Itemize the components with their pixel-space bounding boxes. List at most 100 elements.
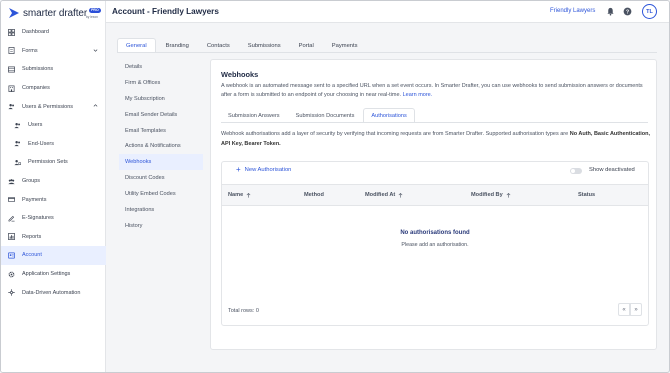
new-authorisation-button[interactable]: + New Authorisation xyxy=(236,166,292,174)
tab-general[interactable]: General xyxy=(117,38,156,53)
table-header: Name Method Modified At Modified By Stat… xyxy=(222,184,648,206)
sort-arrow-icon xyxy=(398,192,403,198)
gear-icon xyxy=(8,271,15,278)
permission-icon xyxy=(14,159,21,166)
report-icon xyxy=(8,233,15,241)
sidebar-item-label: Payments xyxy=(22,196,47,203)
avatar[interactable]: TL xyxy=(642,4,657,19)
column-header-name[interactable]: Name xyxy=(228,192,251,198)
empty-state-subtitle: Please add an authorisation. xyxy=(401,242,469,248)
org-switcher-link[interactable]: Friendly Lawyers xyxy=(550,8,595,14)
authorisations-table-card: + New Authorisation Show deactivated Nam… xyxy=(221,161,649,326)
brand-badge: PRO xyxy=(89,7,101,13)
tab-contacts[interactable]: Contacts xyxy=(199,38,238,53)
total-rows: Total rows: 0 xyxy=(228,308,259,314)
column-label: Status xyxy=(578,192,596,198)
column-header-method[interactable]: Method xyxy=(304,192,324,198)
sidebar-item-label: Forms xyxy=(22,47,38,54)
sidebar-item-label: Reports xyxy=(22,233,42,240)
page-title: Account - Friendly Lawyers xyxy=(112,7,219,16)
groups-icon xyxy=(8,178,15,185)
chevron-down-icon[interactable] xyxy=(93,48,98,53)
column-label: Modified At xyxy=(365,192,396,198)
svg-text:?: ? xyxy=(626,9,629,15)
column-header-modified-at[interactable]: Modified At xyxy=(365,192,403,198)
bell-icon[interactable] xyxy=(606,7,615,16)
menu-item-email-templates[interactable]: Email Templates xyxy=(119,123,203,139)
automation-icon xyxy=(8,289,15,296)
webhook-tabs: Submission Answers Submission Documents … xyxy=(221,108,417,123)
signature-icon xyxy=(8,215,15,222)
tab-submissions[interactable]: Submissions xyxy=(240,38,289,53)
sidebar-item-label: Application Settings xyxy=(22,271,71,278)
sidebar-item-users-permissions[interactable]: Users & Permissions xyxy=(1,97,106,116)
tab-authorisations[interactable]: Authorisations xyxy=(363,108,415,123)
sidebar-item-users[interactable]: Users xyxy=(1,116,106,135)
sidebar-item-forms[interactable]: Forms xyxy=(1,42,106,61)
learn-more-link[interactable]: Learn more. xyxy=(403,92,433,98)
app-window: smarter drafter PRO by lexon Dashboard F… xyxy=(0,0,670,373)
sort-arrow-icon xyxy=(506,192,511,198)
account-icon xyxy=(8,252,15,259)
empty-state-title: No authorisations found xyxy=(400,230,470,236)
column-label: Name xyxy=(228,192,244,198)
settings-menu: Details Firm & Offices My Subscription E… xyxy=(119,59,203,234)
menu-item-utility-embed-codes[interactable]: Utility Embed Codes xyxy=(119,186,203,202)
menu-item-my-subscription[interactable]: My Subscription xyxy=(119,91,203,107)
payment-icon xyxy=(8,196,15,203)
column-label: Modified By xyxy=(471,192,503,198)
account-tabs: General Branding Contacts Submissions Po… xyxy=(117,37,368,53)
menu-item-discount-codes[interactable]: Discount Codes xyxy=(119,170,203,186)
sidebar-item-label: Groups xyxy=(22,178,41,185)
top-header: Account - Friendly Lawyers Friendly Lawy… xyxy=(106,1,669,23)
tabs-divider xyxy=(117,52,657,53)
sidebar-item-end-users[interactable]: End-Users xyxy=(1,135,106,154)
sort-arrow-icon xyxy=(246,192,251,198)
sub-tabs-divider xyxy=(221,122,648,123)
webhooks-panel: Webhooks A webhook is an automated messa… xyxy=(210,59,657,350)
show-deactivated-label: Show deactivated xyxy=(589,167,635,173)
new-authorisation-label: New Authorisation xyxy=(244,167,292,173)
menu-item-firm-offices[interactable]: Firm & Offices xyxy=(119,75,203,91)
sidebar-item-application-settings[interactable]: Application Settings xyxy=(1,265,106,284)
menu-item-details[interactable]: Details xyxy=(119,59,203,75)
sidebar-item-label: End-Users xyxy=(28,140,54,147)
menu-item-email-sender-details[interactable]: Email Sender Details xyxy=(119,107,203,123)
menu-item-integrations[interactable]: Integrations xyxy=(119,202,203,218)
section-description: A webhook is an automated message sent t… xyxy=(221,82,646,99)
tab-submission-documents[interactable]: Submission Documents xyxy=(289,108,362,123)
sidebar-item-e-signatures[interactable]: E-Signatures xyxy=(1,209,106,228)
sidebar-item-groups[interactable]: Groups xyxy=(1,172,106,191)
sidebar-item-payments[interactable]: Payments xyxy=(1,190,106,209)
sidebar-item-label: Users & Permissions xyxy=(22,103,74,110)
sidebar-item-submissions[interactable]: Submissions xyxy=(1,60,106,79)
next-page-button[interactable]: » xyxy=(630,303,642,316)
sidebar-item-account[interactable]: Account xyxy=(1,246,106,265)
sidebar-item-label: Submissions xyxy=(22,66,54,73)
sidebar-item-label: Users xyxy=(28,122,43,129)
menu-item-actions-notifications[interactable]: Actions & Notifications xyxy=(119,138,203,154)
sidebar-item-label: Permission Sets xyxy=(28,159,68,166)
sidebar-item-label: Dashboard xyxy=(22,29,49,36)
column-header-modified-by[interactable]: Modified By xyxy=(471,192,511,198)
sidebar-item-permission-sets[interactable]: Permission Sets xyxy=(1,153,106,172)
building-icon xyxy=(8,85,15,92)
menu-item-webhooks[interactable]: Webhooks xyxy=(119,154,203,171)
sidebar-item-companies[interactable]: Companies xyxy=(1,79,106,98)
show-deactivated-toggle[interactable] xyxy=(570,168,582,174)
sidebar-item-label: E-Signatures xyxy=(22,215,54,222)
sidebar-item-data-driven-automation[interactable]: Data-Driven Automation xyxy=(1,283,106,302)
sidebar-item-reports[interactable]: Reports xyxy=(1,228,106,247)
sidebar-item-dashboard[interactable]: Dashboard xyxy=(1,23,106,42)
chevron-up-icon[interactable] xyxy=(93,103,98,108)
previous-page-button[interactable]: « xyxy=(618,303,630,316)
tab-branding[interactable]: Branding xyxy=(158,38,197,53)
menu-item-history[interactable]: History xyxy=(119,218,203,234)
tab-submission-answers[interactable]: Submission Answers xyxy=(221,108,287,123)
stack-icon xyxy=(8,66,15,73)
tab-portal[interactable]: Portal xyxy=(291,38,322,53)
authorisations-description: Webhook authorisations add a layer of se… xyxy=(221,130,651,149)
tab-payments[interactable]: Payments xyxy=(324,38,366,53)
column-header-status[interactable]: Status xyxy=(578,192,595,198)
help-icon[interactable]: ? xyxy=(623,7,632,16)
